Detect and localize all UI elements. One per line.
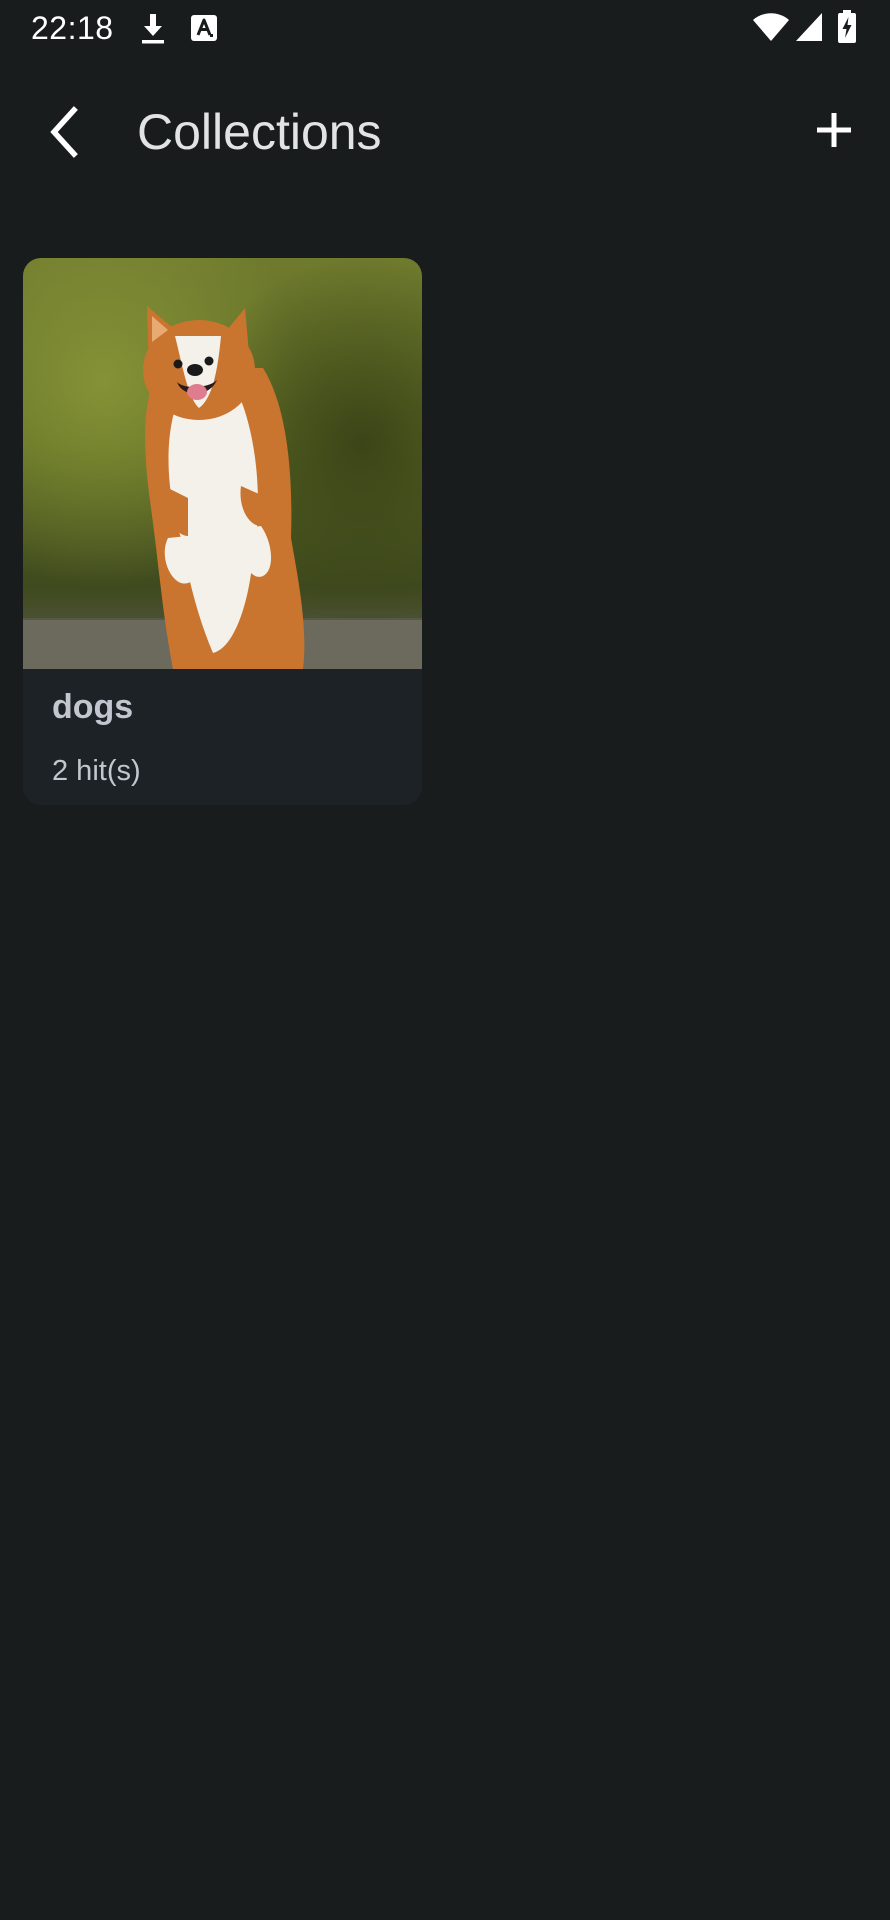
signal-icon xyxy=(796,13,822,41)
page-title: Collections xyxy=(137,104,382,160)
status-bar: 22:18 xyxy=(0,0,890,56)
top-app-bar: Collections xyxy=(0,56,890,202)
status-time: 22:18 xyxy=(31,10,114,46)
add-collection-button[interactable] xyxy=(798,94,870,166)
collection-hit-count: 2 hit(s) xyxy=(52,755,141,787)
text-recognition-icon xyxy=(191,15,217,41)
download-icon xyxy=(142,14,164,44)
wifi-icon xyxy=(753,13,789,41)
plus-icon xyxy=(817,113,851,147)
chevron-left-icon xyxy=(50,106,78,158)
collection-thumbnail xyxy=(23,258,422,669)
battery-charging-icon xyxy=(838,10,856,43)
collection-card[interactable]: dogs 2 hit(s) xyxy=(23,258,422,805)
collection-card-body: dogs 2 hit(s) xyxy=(23,669,422,805)
back-button[interactable] xyxy=(28,96,100,168)
collection-name: dogs xyxy=(52,688,134,726)
